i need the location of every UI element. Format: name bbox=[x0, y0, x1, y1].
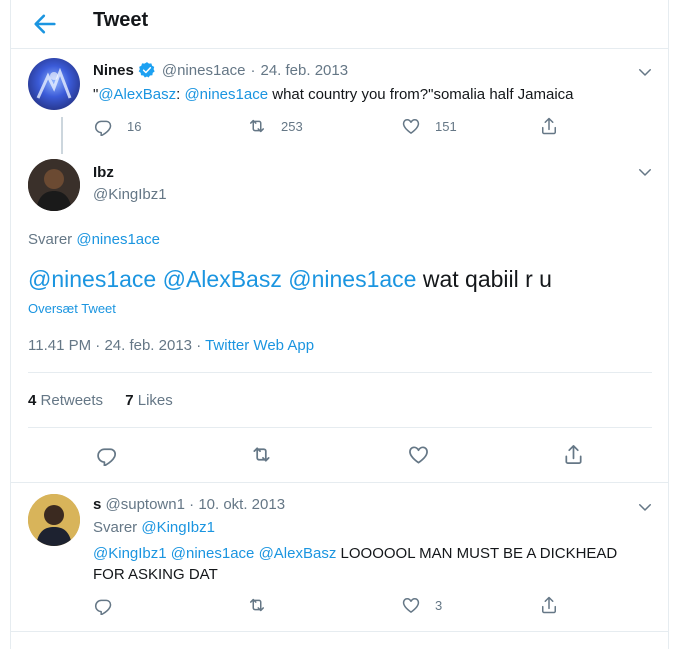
time[interactable]: 11.41 PM bbox=[28, 337, 91, 354]
mention-link[interactable]: @nines1ace bbox=[171, 545, 255, 562]
page-title: Tweet bbox=[93, 9, 149, 31]
share-button[interactable] bbox=[539, 116, 559, 136]
date[interactable]: 24. feb. 2013 bbox=[104, 337, 192, 354]
reply-button[interactable]: 16 bbox=[93, 116, 141, 136]
divider bbox=[28, 427, 652, 428]
share-button[interactable] bbox=[562, 443, 585, 466]
divider bbox=[28, 372, 652, 373]
mention-link[interactable]: @AlexBasz bbox=[98, 86, 176, 103]
likes-label: Likes bbox=[137, 392, 173, 409]
thread-line bbox=[61, 117, 63, 154]
retweet-button[interactable] bbox=[247, 595, 267, 615]
tweet-meta: Nines @nines1ace · 24. feb. 2013 bbox=[93, 61, 348, 79]
avatar[interactable] bbox=[28, 159, 80, 211]
share-button[interactable] bbox=[539, 595, 559, 615]
share-icon bbox=[562, 443, 585, 466]
tweet-body: FOR ASKING DAT bbox=[93, 566, 218, 583]
retweets-stat[interactable]: 4 Retweets bbox=[28, 392, 103, 409]
handle[interactable]: @nines1ace bbox=[162, 62, 246, 79]
chevron-down-icon[interactable] bbox=[636, 163, 654, 181]
timestamp[interactable]: 24. feb. 2013 bbox=[260, 62, 348, 79]
reply-button[interactable] bbox=[93, 595, 113, 615]
timestamp[interactable]: 10. okt. 2013 bbox=[198, 496, 285, 513]
retweet-icon bbox=[250, 443, 273, 466]
share-icon bbox=[539, 116, 559, 136]
retweet-icon bbox=[247, 116, 267, 136]
likes-count: 7 bbox=[125, 392, 134, 409]
replying-label: Svarer bbox=[93, 519, 138, 536]
reply-count: 16 bbox=[127, 118, 142, 134]
replying-to: Svarer @nines1ace bbox=[28, 231, 160, 248]
handle[interactable]: @suptown1 bbox=[106, 496, 185, 513]
retweets-count: 4 bbox=[28, 392, 37, 409]
mention-link[interactable]: @nines1ace bbox=[28, 266, 156, 292]
tweet-timestamp: 11.41 PM · 24. feb. 2013 · Twitter Web A… bbox=[28, 337, 314, 354]
tweet-body: LOOOOOL MAN MUST BE A DICKHEAD bbox=[340, 545, 618, 562]
mention-link[interactable]: @nines1ace bbox=[76, 231, 160, 248]
page-header: Tweet bbox=[11, 0, 668, 49]
replying-to: Svarer @KingIbz1 bbox=[93, 519, 215, 536]
meta-separator: · bbox=[189, 496, 195, 513]
tweet-body: wat qabiil r u bbox=[422, 266, 552, 292]
back-arrow-icon[interactable] bbox=[31, 10, 59, 38]
avatar[interactable] bbox=[28, 494, 80, 546]
mention-link[interactable]: @KingIbz1 bbox=[141, 519, 215, 536]
display-name[interactable]: Nines bbox=[93, 62, 134, 79]
source-link[interactable]: Twitter Web App bbox=[205, 337, 314, 354]
meta-separator: · bbox=[250, 61, 256, 79]
like-icon bbox=[401, 116, 421, 136]
like-button[interactable]: 151 bbox=[401, 116, 457, 136]
retweet-count: 253 bbox=[281, 118, 303, 134]
mention-link[interactable]: @KingIbz1 bbox=[93, 545, 167, 562]
retweets-label: Retweets bbox=[40, 392, 104, 409]
mention-link[interactable]: @nines1ace bbox=[184, 86, 268, 103]
like-icon bbox=[401, 595, 421, 615]
reply-icon bbox=[95, 443, 118, 466]
mention-link[interactable]: @nines1ace bbox=[288, 266, 416, 292]
like-count: 151 bbox=[435, 118, 457, 134]
mention-link[interactable]: @AlexBasz bbox=[163, 266, 282, 292]
mention-link[interactable]: @AlexBasz bbox=[259, 545, 337, 562]
chevron-down-icon[interactable] bbox=[636, 63, 654, 81]
retweet-button[interactable] bbox=[250, 443, 273, 466]
reply-button[interactable] bbox=[95, 443, 118, 466]
handle[interactable]: @KingIbz1 bbox=[93, 186, 167, 203]
replying-label: Svarer bbox=[28, 231, 73, 248]
timeline-column: Tweet Nines @nines1ace · 24. feb. 2013 "… bbox=[10, 0, 669, 649]
colon-text: : bbox=[176, 86, 181, 103]
tweet-text: @nines1ace @AlexBasz @nines1ace wat qabi… bbox=[28, 266, 552, 293]
retweet-button[interactable]: 253 bbox=[247, 116, 303, 136]
likes-stat[interactable]: 7 Likes bbox=[125, 392, 173, 409]
tweet-body: what country you from?"somalia half Jama… bbox=[272, 86, 574, 103]
like-icon bbox=[407, 443, 430, 466]
tweet-text: "@AlexBasz: @nines1ace what country you … bbox=[93, 86, 574, 103]
display-name[interactable]: Ibz bbox=[93, 164, 114, 181]
like-button[interactable]: 3 bbox=[401, 595, 442, 615]
like-button[interactable] bbox=[407, 443, 430, 466]
chevron-down-icon[interactable] bbox=[636, 498, 654, 516]
avatar[interactable] bbox=[28, 58, 80, 110]
share-icon bbox=[539, 595, 559, 615]
tweet-meta: s @suptown1 · 10. okt. 2013 bbox=[93, 496, 285, 513]
translate-link[interactable]: Oversæt Tweet bbox=[28, 301, 116, 316]
divider bbox=[11, 482, 668, 483]
display-name[interactable]: s bbox=[93, 496, 101, 513]
engagement-stats: 4 Retweets 7 Likes bbox=[28, 392, 173, 409]
divider bbox=[11, 631, 668, 632]
verified-badge-icon bbox=[138, 61, 156, 79]
meta-separator: · bbox=[95, 337, 101, 354]
tweet-text: @KingIbz1 @nines1ace @AlexBasz LOOOOOL M… bbox=[93, 543, 617, 585]
reply-icon bbox=[93, 595, 113, 615]
reply-icon bbox=[93, 116, 113, 136]
retweet-icon bbox=[247, 595, 267, 615]
meta-separator: · bbox=[196, 337, 202, 354]
like-count: 3 bbox=[435, 597, 443, 613]
